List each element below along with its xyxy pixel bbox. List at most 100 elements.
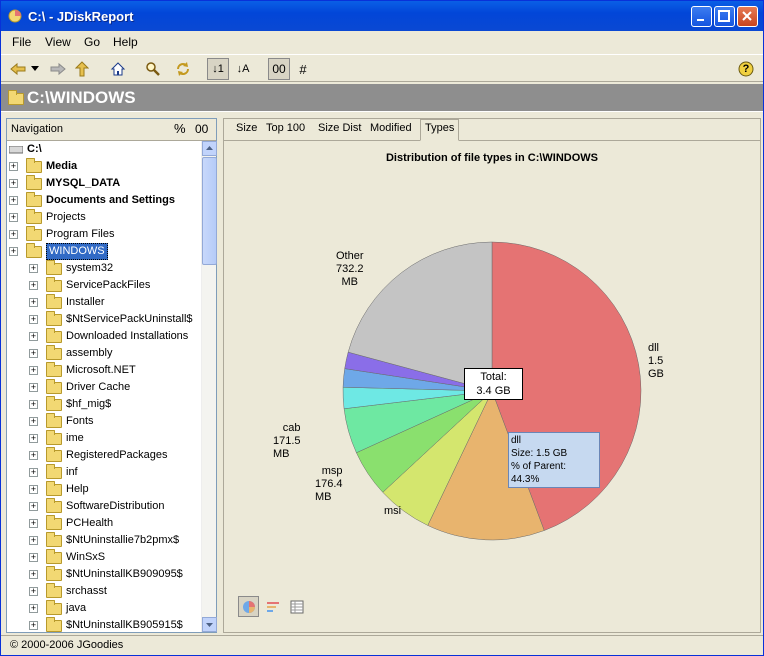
expand-toggle[interactable]: +: [29, 281, 38, 290]
tree-item-label: ime: [66, 432, 84, 444]
expand-toggle[interactable]: +: [29, 502, 38, 511]
tooltip-percent-label: % of Parent:: [511, 461, 567, 472]
view-count-button[interactable]: #: [292, 58, 314, 80]
sort-by-name-button[interactable]: ↓A: [232, 58, 254, 80]
close-button[interactable]: [737, 6, 758, 27]
slice-tooltip: dll Size: 1.5 GB % of Parent: 44.3%: [508, 432, 600, 488]
tree-item-label: java: [66, 602, 87, 614]
close-icon: [742, 11, 752, 21]
help-button[interactable]: ?: [735, 58, 757, 80]
view-size-button[interactable]: 00: [268, 58, 290, 80]
expand-toggle[interactable]: +: [29, 519, 38, 528]
home-button[interactable]: [107, 58, 129, 80]
forward-button[interactable]: [47, 58, 69, 80]
expand-toggle[interactable]: +: [29, 570, 38, 579]
tooltip-size: Size: 1.5 GB: [511, 447, 597, 460]
expand-toggle[interactable]: +: [29, 553, 38, 562]
refresh-button[interactable]: [172, 58, 194, 80]
expand-toggle[interactable]: +: [29, 349, 38, 358]
scroll-down-icon: [206, 623, 213, 627]
sort-by-size-button[interactable]: ↓1: [207, 58, 229, 80]
expand-toggle[interactable]: +: [29, 587, 38, 596]
refresh-icon: [177, 62, 189, 76]
pie-view-button[interactable]: [238, 596, 259, 617]
expand-toggle[interactable]: +: [29, 485, 38, 494]
tree-item-label: $hf_mig$: [66, 398, 112, 410]
expand-toggle[interactable]: +: [29, 332, 38, 341]
search-button[interactable]: [142, 58, 164, 80]
tree-item-label: system32: [66, 262, 114, 274]
expand-toggle[interactable]: +: [9, 230, 18, 239]
expand-toggle[interactable]: +: [29, 383, 38, 392]
expand-toggle[interactable]: +: [29, 621, 38, 630]
expand-toggle[interactable]: +: [9, 179, 18, 188]
pie-chart: [342, 241, 642, 541]
back-history-dropdown[interactable]: [28, 58, 42, 80]
expand-toggle[interactable]: +: [29, 417, 38, 426]
tree-item-label: Documents and Settings: [46, 194, 175, 206]
tree-item-label: Fonts: [66, 415, 94, 427]
menu-view[interactable]: View: [45, 35, 71, 49]
title-bar[interactable]: C:\ - JDiskReport: [1, 1, 763, 31]
tree-item-label: inf: [66, 466, 78, 478]
expand-toggle[interactable]: +: [29, 536, 38, 545]
folder-icon: [46, 566, 62, 581]
dropdown-arrow-icon: [31, 66, 39, 71]
tree-item-label: Downloaded Installations: [66, 330, 189, 342]
tab-size-dist[interactable]: Size Dist: [316, 122, 363, 134]
table-view-button[interactable]: [286, 596, 307, 617]
minimize-button[interactable]: [691, 6, 712, 27]
up-arrow-icon: [75, 61, 89, 77]
tree-item-label: MYSQL_DATA: [46, 177, 121, 189]
expand-toggle[interactable]: +: [29, 400, 38, 409]
maximize-button[interactable]: [714, 6, 735, 27]
minimize-icon: [697, 19, 704, 21]
total-value: 3.4 GB: [476, 385, 511, 397]
sort-size-label: ↓1: [212, 63, 224, 75]
navigation-panel: Navigation % 00 C:\ + Media + MYSQL_DATA + Do…: [6, 118, 217, 633]
bar-view-button[interactable]: [262, 596, 283, 617]
tab-top-100[interactable]: Top 100: [264, 122, 307, 134]
scroll-up-button[interactable]: [202, 141, 217, 156]
expand-toggle[interactable]: +: [29, 315, 38, 324]
slice-value: 732.2 MB: [336, 263, 364, 288]
tree-item-label: WinSxS: [66, 551, 106, 563]
up-button[interactable]: [71, 58, 93, 80]
folder-icon: [26, 158, 42, 173]
folder-icon: [46, 617, 62, 632]
tree-item-label: PCHealth: [66, 517, 114, 529]
folder-icon: [46, 447, 62, 462]
slice-label-msi: msi: [384, 505, 401, 518]
percent-toggle[interactable]: %: [174, 121, 186, 136]
expand-toggle[interactable]: +: [9, 247, 18, 256]
expand-toggle[interactable]: +: [29, 264, 38, 273]
navigation-scrollbar[interactable]: [201, 141, 217, 632]
expand-toggle[interactable]: +: [29, 451, 38, 460]
current-path: C:\WINDOWS: [27, 88, 136, 107]
expand-toggle[interactable]: +: [9, 196, 18, 205]
drive-icon: [9, 146, 23, 154]
back-button[interactable]: [7, 58, 29, 80]
expand-toggle[interactable]: +: [29, 604, 38, 613]
size-toggle[interactable]: 00: [195, 122, 208, 136]
tab-types[interactable]: Types: [420, 119, 460, 141]
menu-file[interactable]: File: [12, 35, 31, 49]
expand-toggle[interactable]: +: [9, 162, 18, 171]
navigation-title: Navigation: [11, 123, 63, 135]
scroll-down-button[interactable]: [202, 617, 217, 632]
menu-go[interactable]: Go: [84, 35, 100, 49]
menu-help[interactable]: Help: [113, 35, 138, 49]
scroll-thumb[interactable]: [202, 157, 217, 265]
toolbar: ↓1 ↓A 00 # ?: [1, 54, 763, 82]
tab-size[interactable]: Size: [234, 122, 259, 134]
expand-toggle[interactable]: +: [29, 366, 38, 375]
view-hash-label: #: [299, 61, 307, 77]
folder-icon: [26, 243, 42, 258]
status-bar: © 2000-2006 JGoodies: [1, 635, 763, 655]
expand-toggle[interactable]: +: [9, 213, 18, 222]
folder-tree: C:\ + Media + MYSQL_DATA + Documents and Sett…: [7, 141, 201, 632]
expand-toggle[interactable]: +: [29, 468, 38, 477]
expand-toggle[interactable]: +: [29, 298, 38, 307]
expand-toggle[interactable]: +: [29, 434, 38, 443]
tab-modified[interactable]: Modified: [368, 122, 414, 134]
